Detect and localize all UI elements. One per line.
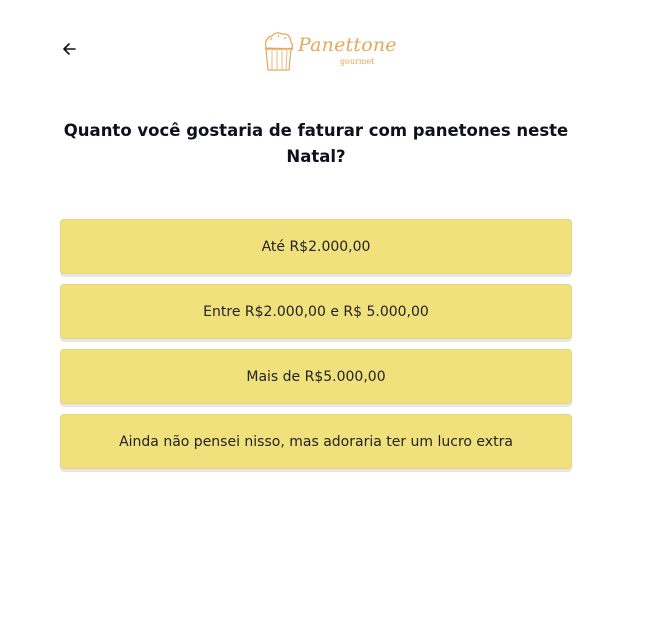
- back-button[interactable]: [58, 40, 80, 62]
- answer-options: Até R$2.000,00 Entre R$2.000,00 e R$ 5.0…: [60, 219, 572, 479]
- logo: Panettone gourmet: [258, 30, 397, 74]
- option-button[interactable]: Ainda não pensei nisso, mas adoraria ter…: [60, 414, 572, 469]
- option-button[interactable]: Entre R$2.000,00 e R$ 5.000,00: [60, 284, 572, 339]
- option-button[interactable]: Até R$2.000,00: [60, 219, 572, 274]
- logo-subtext: gourmet: [340, 57, 375, 66]
- question-title: Quanto você gostaria de faturar com pane…: [63, 121, 569, 166]
- option-button[interactable]: Mais de R$5.000,00: [60, 349, 572, 404]
- logo-text: Panettone: [298, 34, 397, 56]
- arrow-left-icon: [61, 41, 77, 62]
